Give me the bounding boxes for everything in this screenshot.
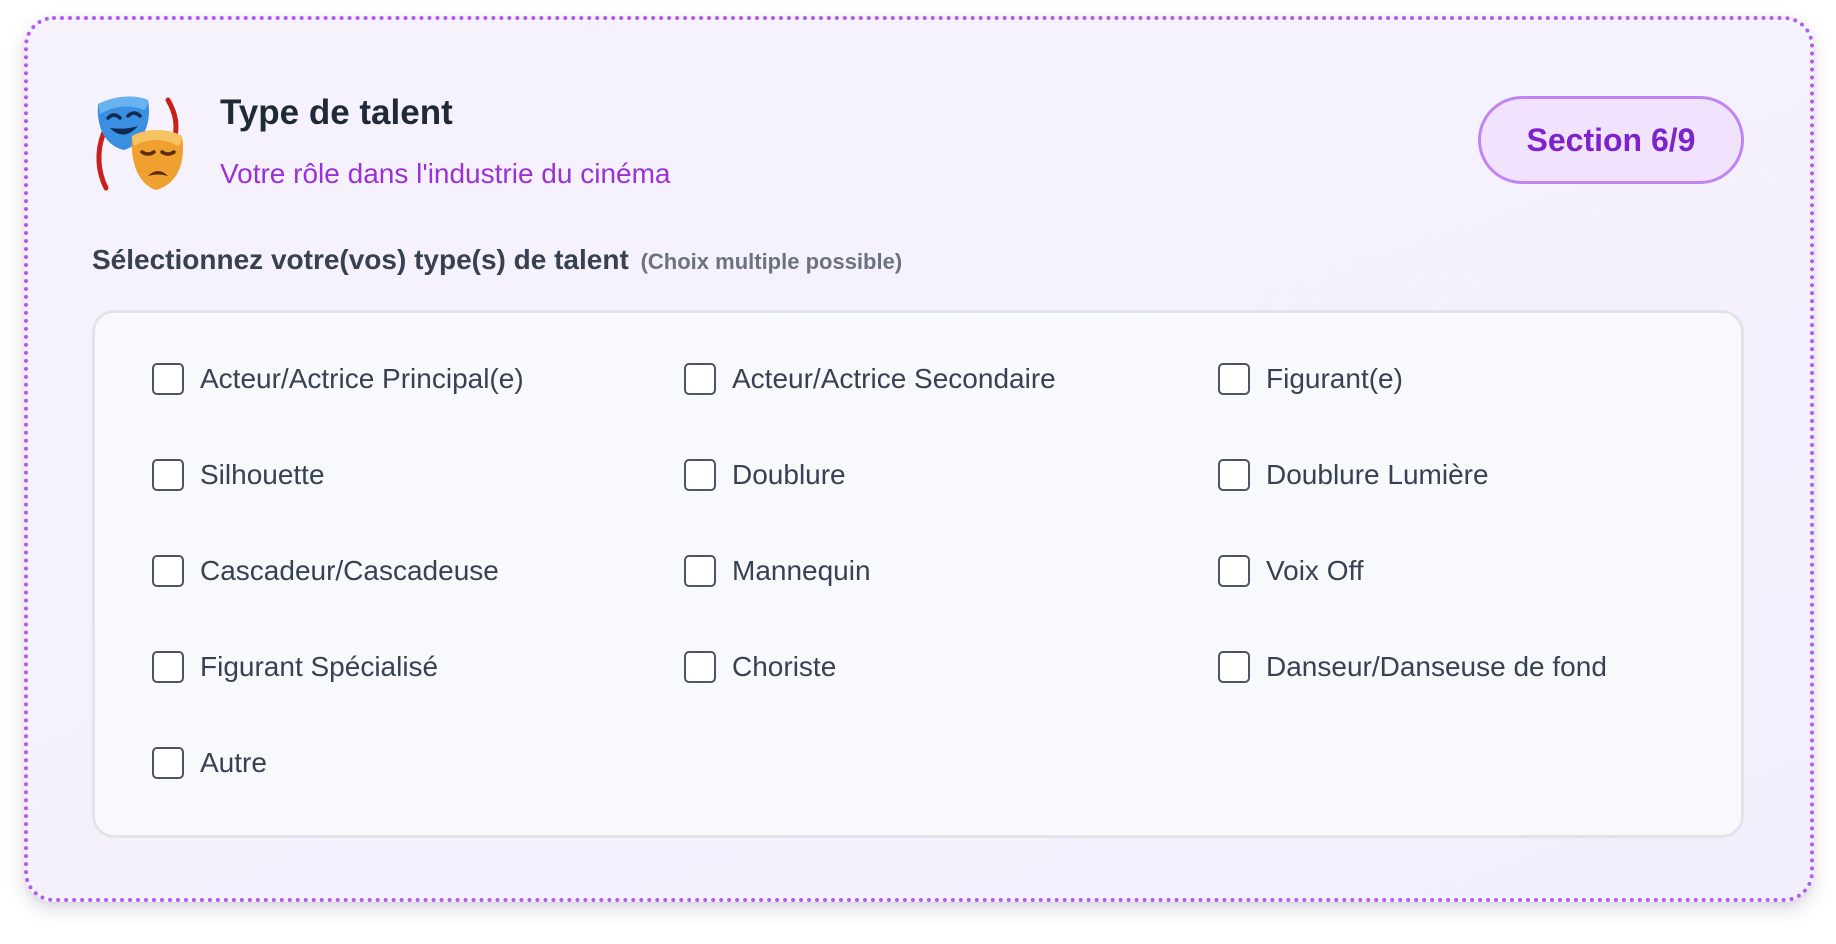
- checkbox[interactable]: [152, 555, 184, 587]
- option-body-double[interactable]: Doublure: [684, 459, 846, 491]
- checkbox[interactable]: [684, 459, 716, 491]
- page-subtitle: Votre rôle dans l'industrie du cinéma: [220, 158, 671, 189]
- option-label: Voix Off: [1266, 555, 1364, 586]
- option-supporting-actor[interactable]: Acteur/Actrice Secondaire: [684, 363, 1056, 395]
- option-label: Doublure: [732, 459, 846, 490]
- section-badge: Section 6/9: [1478, 96, 1744, 184]
- checkbox[interactable]: [152, 651, 184, 683]
- performing-arts-masks-icon: [96, 96, 183, 191]
- question-label: Sélectionnez votre(vos) type(s) de talen…: [92, 244, 902, 276]
- option-lead-actor[interactable]: Acteur/Actrice Principal(e): [152, 363, 524, 395]
- checkbox[interactable]: [1218, 651, 1250, 683]
- option-stand-in[interactable]: Doublure Lumière: [1218, 459, 1489, 491]
- page-title: Type de talent: [220, 93, 453, 132]
- option-extra[interactable]: Figurant(e): [1218, 363, 1403, 395]
- checkbox[interactable]: [684, 651, 716, 683]
- option-model[interactable]: Mannequin: [684, 555, 871, 587]
- question-text: Sélectionnez votre(vos) type(s) de talen…: [92, 244, 629, 275]
- option-label: Acteur/Actrice Secondaire: [732, 363, 1056, 394]
- option-label: Cascadeur/Cascadeuse: [200, 555, 499, 586]
- option-stunt[interactable]: Cascadeur/Cascadeuse: [152, 555, 499, 587]
- option-label: Figurant(e): [1266, 363, 1403, 394]
- option-label: Choriste: [732, 651, 837, 682]
- option-label: Figurant Spécialisé: [200, 651, 439, 682]
- option-label: Autre: [200, 747, 267, 778]
- option-specialized-extra[interactable]: Figurant Spécialisé: [152, 651, 438, 683]
- checkbox[interactable]: [684, 363, 716, 395]
- checkbox[interactable]: [684, 555, 716, 587]
- option-voice-over[interactable]: Voix Off: [1218, 555, 1364, 587]
- option-chorister[interactable]: Choriste: [684, 651, 836, 683]
- checkbox[interactable]: [152, 459, 184, 491]
- option-label: Acteur/Actrice Principal(e): [200, 363, 524, 394]
- option-other[interactable]: Autre: [152, 747, 267, 779]
- option-label: Silhouette: [200, 459, 325, 490]
- question-hint: (Choix multiple possible): [640, 249, 903, 274]
- checkbox[interactable]: [1218, 459, 1250, 491]
- option-label: Doublure Lumière: [1266, 459, 1489, 490]
- checkbox[interactable]: [152, 747, 184, 779]
- checkbox[interactable]: [152, 363, 184, 395]
- checkbox[interactable]: [1218, 363, 1250, 395]
- option-label: Danseur/Danseuse de fond: [1266, 651, 1607, 682]
- option-silhouette[interactable]: Silhouette: [152, 459, 325, 491]
- option-background-dancer[interactable]: Danseur/Danseuse de fond: [1218, 651, 1607, 683]
- options-panel: Acteur/Actrice Principal(e) Acteur/Actri…: [92, 310, 1744, 838]
- checkbox[interactable]: [1218, 555, 1250, 587]
- option-label: Mannequin: [732, 555, 871, 586]
